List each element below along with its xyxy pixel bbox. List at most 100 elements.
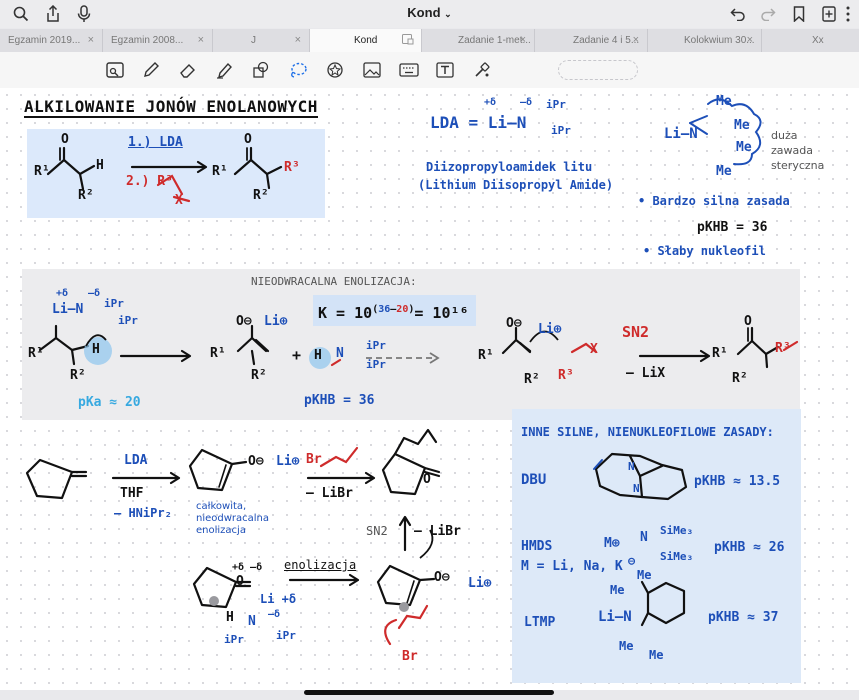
keyboard-icon[interactable]	[398, 60, 420, 80]
tab-j[interactable]: J ×	[213, 29, 310, 52]
bookmark-icon[interactable]	[788, 3, 810, 25]
document-title-text: Kond	[407, 5, 441, 20]
lasso-icon[interactable]	[287, 60, 309, 80]
textbox-icon[interactable]	[434, 60, 456, 80]
ketone-r2: R²	[78, 188, 94, 203]
lda-ipr-2: iPr	[118, 314, 138, 327]
ltmp-me-3: Me	[619, 639, 634, 653]
dbu-label: DBU	[521, 472, 547, 488]
tab-kond[interactable]: Kond	[310, 29, 422, 52]
close-icon[interactable]: ×	[520, 34, 526, 46]
ltmp-label: LTMP	[524, 615, 556, 630]
image-icon[interactable]	[361, 60, 383, 80]
highlighter-icon[interactable]	[213, 60, 235, 80]
pkhb-36-top: pKHB = 36	[697, 220, 768, 235]
close-icon[interactable]: ×	[88, 34, 94, 46]
enolate2-o-minus: O⊖	[506, 316, 522, 331]
dbu-n-1: N	[628, 460, 635, 473]
step-2-reagent: 2.) R³	[126, 174, 173, 189]
bottom-lda-n: N	[248, 614, 256, 629]
close-icon[interactable]: ×	[198, 34, 204, 46]
amine-n: N	[336, 346, 344, 361]
enolate2-li-plus: Li⊕	[538, 322, 562, 337]
drawing-toolbar	[0, 52, 859, 89]
final-o: O	[744, 314, 752, 329]
tab-egzamin-2008[interactable]: Egzamin 2008... ×	[103, 29, 213, 52]
substrate-h: H	[92, 342, 100, 357]
tab-label: Kond	[354, 35, 378, 46]
ketone-delta: +δ –δ	[232, 562, 263, 573]
tab-label: Egzamin 2008...	[111, 35, 184, 46]
tab-label: Xx	[812, 35, 824, 46]
plus-sign: +	[292, 346, 302, 364]
pka-label: pKa ≈ 20	[78, 395, 141, 410]
ltmp-me-1: Me	[637, 568, 652, 582]
eraser-icon[interactable]	[177, 60, 199, 80]
k-label: K = 10	[318, 304, 373, 322]
bottom-lda-ipr-1: iPr	[224, 633, 244, 646]
bullet-weak-nucleophile: • Słaby nukleofil	[643, 244, 766, 258]
lda-equation: LDA = Li–N	[430, 113, 527, 132]
read-mode-icon[interactable]	[104, 60, 126, 80]
shapes-icon[interactable]	[250, 60, 272, 80]
bullet-strong-base: • Bardzo silna zasada	[638, 194, 790, 208]
product-o: O	[244, 132, 252, 147]
dbu-pkhb: pKHB ≈ 13.5	[694, 474, 781, 489]
lda-name-english: (Lithium Diisopropyl Amide)	[418, 178, 614, 192]
tab-zadanie-4-5[interactable]: Zadanie 4 i 5... ×	[535, 29, 648, 52]
alkylated-o: O	[423, 472, 431, 487]
hmds-n-minus: ⊖	[628, 554, 636, 568]
home-indicator[interactable]	[304, 690, 554, 695]
tab-kolokwium[interactable]: Kolokwium 30... ×	[648, 29, 762, 52]
steric-hindrance-note: duża zawada steryczna	[771, 129, 825, 172]
amine-ipr-2: iPr	[366, 358, 386, 371]
bottom-enolate-li-plus: Li⊕	[468, 576, 492, 591]
alkyl-halide-r3: R³	[558, 368, 574, 383]
minus-lix-label: – LiX	[626, 366, 666, 381]
bottom-lda-delta-minus: –δ	[268, 609, 281, 620]
close-icon[interactable]: ×	[633, 34, 639, 46]
tab-zadanie-1[interactable]: Zadanie 1-met... ×	[422, 29, 535, 52]
final-r1: R¹	[712, 346, 728, 361]
laser-icon[interactable]	[471, 60, 493, 80]
cyclic-enolate-o-minus: O⊖	[248, 454, 264, 469]
product-r2: R²	[253, 188, 269, 203]
lda-ipr-1: iPr	[104, 297, 124, 310]
li-delta-plus: Li +δ	[260, 592, 297, 606]
pkhb-36-label: pKHB = 36	[304, 393, 375, 408]
lda-name: Diizopropyloamidek litu	[426, 160, 593, 174]
sn2-label-2: SN2	[366, 524, 388, 538]
undo-icon[interactable]	[727, 3, 749, 25]
hmds-label: HMDS	[521, 539, 553, 554]
k-equation: K = 10(36–20)= 10¹⁶	[318, 304, 469, 322]
section-irreversible-title: NIEODWRACALNA ENOLIZACJA:	[251, 275, 417, 288]
close-icon[interactable]: ×	[747, 34, 753, 46]
sticker-icon[interactable]	[324, 60, 346, 80]
enolate-o-minus: O⊖	[236, 314, 252, 329]
lda-delta-minus: –δ	[88, 288, 101, 299]
k-exponent-a: 36	[378, 304, 391, 315]
add-page-icon[interactable]	[818, 3, 840, 25]
close-icon[interactable]: ×	[295, 34, 301, 46]
ltmp-li-n: Li–N	[598, 609, 632, 625]
hmds-metals: M = Li, Na, K	[521, 559, 623, 574]
tab-label: Egzamin 2019...	[8, 35, 81, 46]
lda-ipr-bottom: iPr	[551, 124, 571, 137]
final-r2: R²	[732, 371, 748, 386]
ltmp-pkhb: pKHB ≈ 37	[708, 610, 779, 625]
tab-xx[interactable]: Xx	[762, 29, 859, 52]
tab-options-icon[interactable]	[402, 34, 414, 48]
alkyl-halide-x: X	[590, 342, 598, 357]
pen-icon[interactable]	[140, 60, 162, 80]
bottom-br: Br	[402, 649, 418, 664]
sn2-label: SN2	[622, 323, 650, 341]
page-title: ALKILOWANIE JONÓW ENOLANOWYCH	[24, 97, 318, 118]
bottom-lda-ipr-2: iPr	[276, 629, 296, 642]
tab-egzamin-2019[interactable]: Egzamin 2019... ×	[0, 29, 103, 52]
redo-icon[interactable]	[757, 3, 779, 25]
leaving-group-x: X	[175, 193, 183, 208]
ltmp-me-2: Me	[610, 583, 625, 597]
more-icon[interactable]	[841, 3, 855, 25]
hmds-sime3-2: SiMe₃	[660, 550, 694, 563]
color-picker-pill[interactable]	[558, 60, 638, 80]
